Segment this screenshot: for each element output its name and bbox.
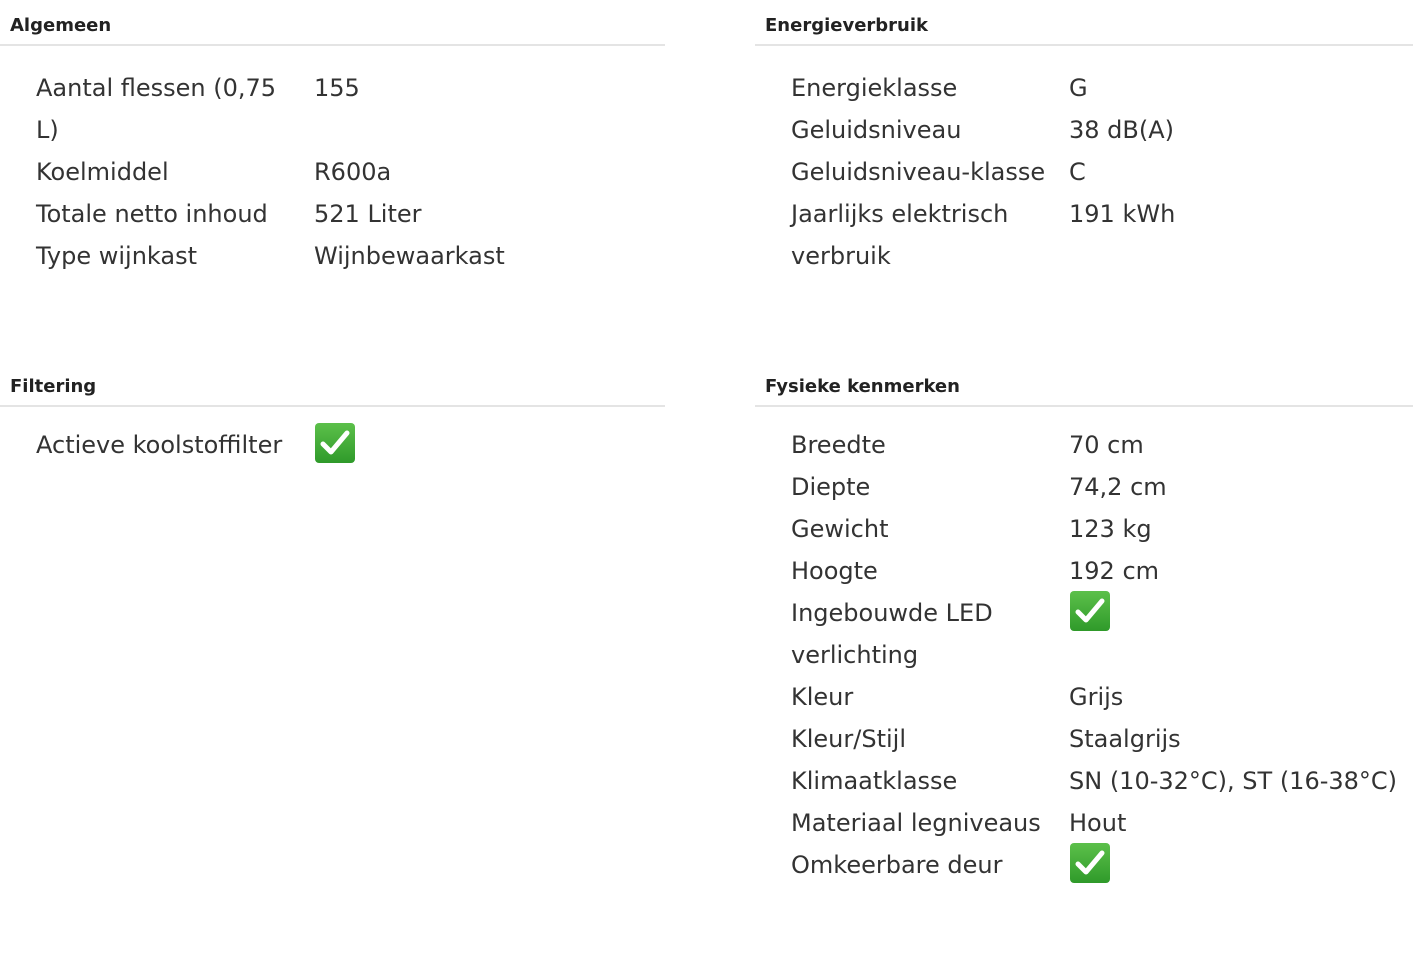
check-icon: [314, 422, 356, 464]
spec-label: Actieve koolstoffilter: [36, 431, 283, 459]
spec-value: G: [1069, 74, 1088, 102]
spec-label: Jaarlijks elektrisch verbruik: [791, 200, 1009, 270]
spec-row: Geluidsniveau 38 dB(A): [755, 109, 1413, 151]
spec-value: [1069, 590, 1413, 676]
spec-row: Jaarlijks elektrisch verbruik 191 kWh: [755, 193, 1413, 277]
spec-row: Type wijnkast Wijnbewaarkast: [0, 235, 665, 277]
spec-row: Aantal flessen (0,75 L) 155: [0, 67, 665, 151]
spec-value: 192 cm: [1069, 557, 1160, 585]
section-algemeen: Algemeen Aantal flessen (0,75 L) 155 Koe…: [0, 6, 665, 277]
spec-table: Actieve koolstoffilter: [0, 407, 665, 466]
spec-row: Totale netto inhoud 521 Liter: [0, 193, 665, 235]
spec-row: Kleur/Stijl Staalgrijs: [755, 718, 1413, 760]
spec-label: Geluidsniveau: [791, 116, 962, 144]
spec-value: Grijs: [1069, 683, 1124, 711]
spec-value: 123 kg: [1069, 515, 1152, 543]
spec-label: Omkeerbare deur: [791, 851, 1003, 879]
spec-value: 74,2 cm: [1069, 473, 1167, 501]
spec-value: 70 cm: [1069, 431, 1144, 459]
spec-label: Hoogte: [791, 557, 878, 585]
spec-label: Ingebouwde LED verlichting: [791, 599, 993, 669]
section-title: Algemeen: [0, 6, 665, 46]
spec-value: R600a: [314, 158, 392, 186]
section-fysieke-kenmerken: Fysieke kenmerken Breedte 70 cm Diepte 7…: [755, 367, 1413, 886]
spec-label: Koelmiddel: [36, 158, 169, 186]
section-title: Filtering: [0, 367, 665, 407]
spec-label: Totale netto inhoud: [36, 200, 268, 228]
spec-row: Geluidsniveau-klasse C: [755, 151, 1413, 193]
spec-label: Aantal flessen (0,75 L): [36, 74, 277, 144]
spec-value: [314, 422, 665, 466]
spec-value: SN (10-32°C), ST (16-38°C): [1069, 767, 1398, 795]
section-filtering: Filtering Actieve koolstoffilter: [0, 367, 665, 466]
spec-label: Energieklasse: [791, 74, 958, 102]
spec-label: Gewicht: [791, 515, 889, 543]
spec-label: Diepte: [791, 473, 871, 501]
spec-value: Hout: [1069, 809, 1127, 837]
spec-value: 155: [314, 74, 360, 102]
spec-value: 521 Liter: [314, 200, 422, 228]
spec-value: C: [1069, 158, 1086, 186]
spec-row: Diepte 74,2 cm: [755, 466, 1413, 508]
section-title: Energieverbruik: [755, 6, 1413, 46]
spec-row: Materiaal legniveaus Hout: [755, 802, 1413, 844]
spec-label: Breedte: [791, 431, 886, 459]
spec-value: Staalgrijs: [1069, 725, 1181, 753]
spec-table: Aantal flessen (0,75 L) 155 Koelmiddel R…: [0, 46, 665, 277]
check-icon: [1069, 842, 1111, 884]
spec-label: Klimaatklasse: [791, 767, 958, 795]
spec-row: Kleur Grijs: [755, 676, 1413, 718]
spec-row: Omkeerbare deur: [755, 842, 1413, 886]
spec-row: Koelmiddel R600a: [0, 151, 665, 193]
spec-row: Actieve koolstoffilter: [0, 422, 665, 466]
spec-value: 38 dB(A): [1069, 116, 1175, 144]
spec-row: Gewicht 123 kg: [755, 508, 1413, 550]
section-title: Fysieke kenmerken: [755, 367, 1413, 407]
spec-table: Energieklasse G Geluidsniveau 38 dB(A) G…: [755, 46, 1413, 277]
spec-row: Breedte 70 cm: [755, 424, 1413, 466]
spec-label: Materiaal legniveaus: [791, 809, 1041, 837]
spec-row: Hoogte 192 cm: [755, 550, 1413, 592]
spec-label: Kleur: [791, 683, 854, 711]
spec-table: Breedte 70 cm Diepte 74,2 cm Gewicht 123…: [755, 407, 1413, 886]
check-icon: [1069, 590, 1111, 632]
spec-row: Energieklasse G: [755, 67, 1413, 109]
spec-label: Geluidsniveau-klasse: [791, 158, 1046, 186]
spec-label: Kleur/Stijl: [791, 725, 906, 753]
spec-row: Klimaatklasse SN (10-32°C), ST (16-38°C): [755, 760, 1413, 802]
spec-value: [1069, 842, 1413, 886]
section-energieverbruik: Energieverbruik Energieklasse G Geluidsn…: [755, 6, 1413, 277]
spec-row: Ingebouwde LED verlichting: [755, 590, 1413, 676]
spec-label: Type wijnkast: [36, 242, 198, 270]
spec-value: Wijnbewaarkast: [314, 242, 505, 270]
spec-value: 191 kWh: [1069, 200, 1176, 228]
